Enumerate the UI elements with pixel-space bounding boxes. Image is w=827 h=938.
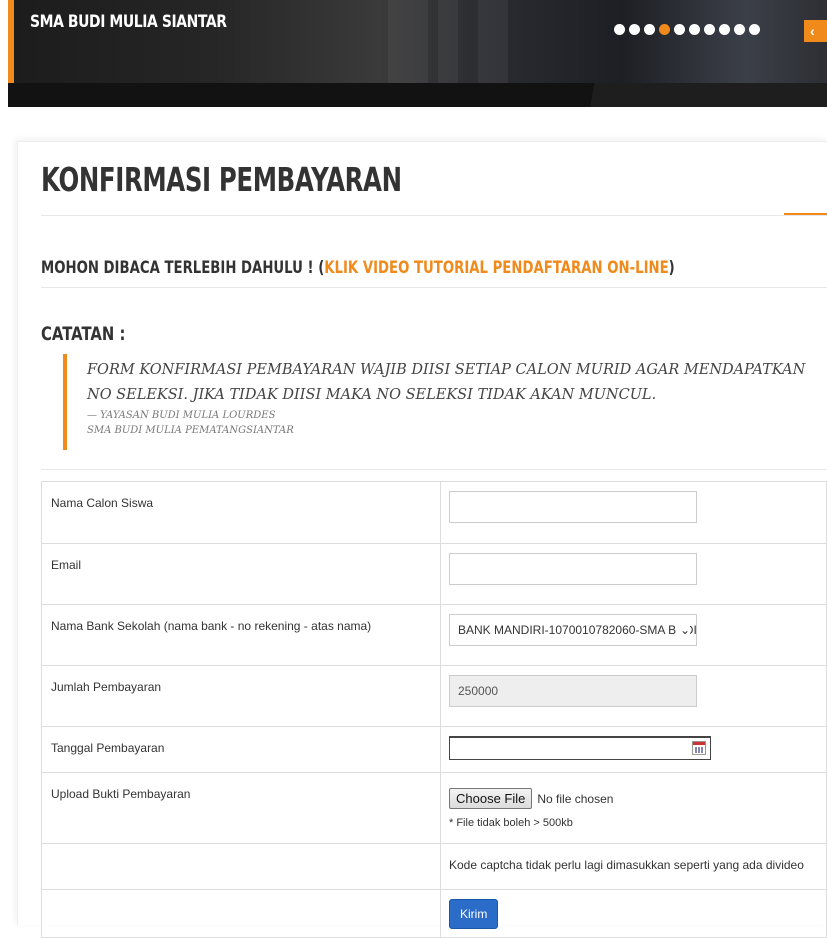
jumlah-pembayaran-input[interactable]: 250000 (449, 675, 697, 707)
file-size-note: * File tidak boleh > 500kb (449, 817, 573, 829)
quote-source-foundation: — YAYASAN BUDI MULIA LOURDES (87, 410, 276, 421)
nama-label: Nama Calon Siswa (41, 481, 441, 544)
form-row-email: Email (41, 543, 827, 605)
form-row-tanggal: Tanggal Pembayaran (41, 726, 827, 773)
slider-dot[interactable] (704, 24, 715, 35)
tanggal-pembayaran-input[interactable] (449, 736, 711, 760)
file-status: No file chosen (537, 791, 614, 806)
captcha-note: Kode captcha tidak perlu lagi dimasukkan… (449, 858, 804, 872)
catatan-blockquote: FORM KONFIRMASI PEMBAYARAN WAJIB DIISI S… (63, 354, 823, 450)
bank-select[interactable]: BANK MANDIRI-1070010782060-SMA BUDI MULI… (449, 614, 697, 646)
slider-dot[interactable] (749, 24, 760, 35)
captcha-empty-label (41, 843, 441, 890)
form-row-submit: Kirim (41, 889, 827, 938)
slider-dot[interactable] (629, 24, 640, 35)
chevron-left-icon: ‹ (810, 23, 815, 39)
slider-prev-button[interactable]: ‹ (804, 20, 827, 42)
slider-dot[interactable] (689, 24, 700, 35)
title-divider (41, 215, 827, 216)
email-input[interactable] (449, 553, 697, 585)
header-accent-bar (8, 0, 14, 83)
quote-source-school: SMA BUDI MULIA PEMATANGSIANTAR (87, 425, 294, 436)
video-tutorial-link[interactable]: KLIK VIDEO TUTORIAL PENDAFTARAN ON-LINE (324, 258, 668, 278)
form-row-bank: Nama Bank Sekolah (nama bank - no rekeni… (41, 604, 827, 666)
email-label: Email (41, 543, 441, 605)
choose-file-button[interactable]: Choose File (449, 788, 533, 809)
nama-calon-siswa-input[interactable] (449, 491, 697, 523)
page-title: KONFIRMASI PEMBAYARAN (41, 160, 402, 199)
slider-dot[interactable] (719, 24, 730, 35)
upload-label: Upload Bukti Pembayaran (41, 772, 441, 844)
form-row-captcha: Kode captcha tidak perlu lagi dimasukkan… (41, 843, 827, 890)
slider-dot[interactable] (674, 24, 685, 35)
slider-dot[interactable] (644, 24, 655, 35)
site-header: SMA BUDI MULIA SIANTAR (8, 0, 827, 107)
catatan-heading: CATATAN : (41, 323, 126, 345)
notice-prefix: MOHON DIBACA TERLEBIH DAHULU ! ( (41, 258, 325, 278)
form-row-upload: Upload Bukti Pembayaran Choose File No f… (41, 772, 827, 844)
chevron-down-icon: ⌄ (676, 615, 690, 645)
kirim-button[interactable]: Kirim (449, 899, 499, 929)
slider-dot[interactable] (734, 24, 745, 35)
tanggal-label: Tanggal Pembayaran (41, 726, 441, 773)
quote-text: FORM KONFIRMASI PEMBAYARAN WAJIB DIISI S… (87, 362, 806, 403)
submit-empty-label (41, 889, 441, 938)
calendar-icon[interactable] (692, 741, 706, 755)
notice-suffix: ) (668, 258, 675, 278)
quote-divider (41, 469, 827, 470)
bank-selected-value: BANK MANDIRI-1070010782060-SMA BUDI MULI… (458, 623, 696, 637)
header-nav-bar (8, 83, 827, 107)
slider-dot[interactable] (614, 24, 625, 35)
slider-dots (614, 24, 760, 35)
notice-divider (41, 287, 827, 288)
slider-dot[interactable] (659, 24, 670, 35)
title-accent-line (784, 213, 827, 215)
bank-label: Nama Bank Sekolah (nama bank - no rekeni… (41, 604, 441, 666)
form-row-jumlah: Jumlah Pembayaran 250000 (41, 665, 827, 727)
jumlah-label: Jumlah Pembayaran (41, 665, 441, 727)
payment-form: Nama Calon Siswa Email Nama Bank Sekolah… (41, 481, 827, 938)
notice-heading: MOHON DIBACA TERLEBIH DAHULU ! (KLIK VID… (41, 258, 675, 278)
site-title[interactable]: SMA BUDI MULIA SIANTAR (30, 12, 227, 32)
form-row-nama: Nama Calon Siswa (41, 481, 827, 544)
